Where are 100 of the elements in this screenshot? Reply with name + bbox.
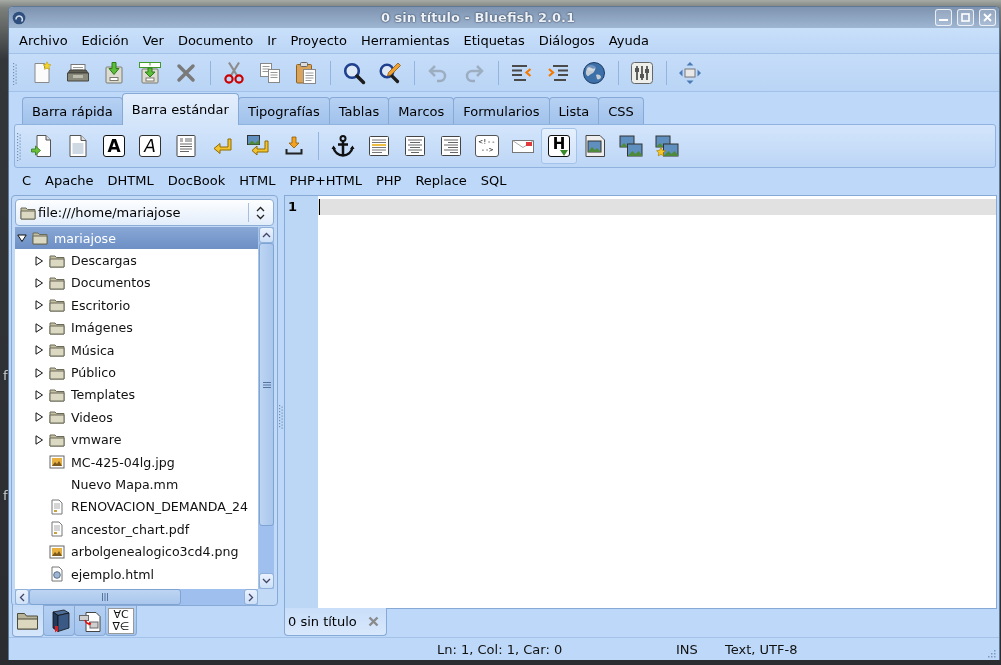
menu-item[interactable]: Ayuda xyxy=(601,33,656,48)
folder-icon xyxy=(32,230,48,247)
tree-item[interactable]: Música xyxy=(15,338,258,362)
menu-item[interactable]: Apache xyxy=(38,173,101,188)
menu-item[interactable]: C xyxy=(15,173,39,188)
menu-item[interactable]: PHP+HTML xyxy=(282,173,369,188)
vertical-scrollbar[interactable] xyxy=(258,227,274,589)
scroll-right-button[interactable] xyxy=(244,589,258,605)
paragraph-page-icon[interactable] xyxy=(174,134,198,158)
scrollbar-thumb[interactable] xyxy=(29,589,181,605)
sliders-icon[interactable] xyxy=(630,60,654,85)
scissors-icon[interactable] xyxy=(222,60,246,85)
grip-icon[interactable] xyxy=(13,60,17,85)
menu-item[interactable]: DocBook xyxy=(160,173,233,188)
toolbar-button[interactable]: H xyxy=(541,128,577,164)
scrollbar-thumb[interactable] xyxy=(259,243,274,526)
collapse-triangle-icon[interactable] xyxy=(17,233,27,244)
tree-item[interactable]: Videos xyxy=(15,406,258,429)
toolbar-tab[interactable]: Tipografías xyxy=(237,97,330,124)
swirl-icon[interactable] xyxy=(12,10,26,25)
toolbar-tab[interactable]: Marcos xyxy=(388,97,455,124)
scroll-up-button[interactable] xyxy=(259,227,274,243)
expand-arrows-icon[interactable] xyxy=(678,60,702,85)
menu-item[interactable]: Ir xyxy=(260,33,284,48)
menu-item[interactable]: Diálogos xyxy=(531,33,602,48)
expand-triangle-icon[interactable] xyxy=(34,300,44,311)
scroll-down-button[interactable] xyxy=(259,573,274,589)
tree-item[interactable]: Escritorio xyxy=(15,294,258,317)
menu-item[interactable]: HTML xyxy=(232,173,283,188)
box-arrow-icon[interactable] xyxy=(102,60,126,85)
tree-item[interactable]: Templates xyxy=(15,383,258,407)
labeled-box-arrow-icon[interactable] xyxy=(138,60,162,85)
grip-icon[interactable] xyxy=(279,403,283,429)
horizontal-scrollbar[interactable] xyxy=(15,589,258,605)
toolbar-tab[interactable]: Barra estándar xyxy=(121,93,239,125)
tree-item[interactable]: ejemplo.html xyxy=(15,562,258,586)
menu-item[interactable]: Archivo xyxy=(12,33,75,48)
tree-item[interactable]: Documentos xyxy=(15,271,258,295)
toolbar-tab[interactable]: Barra rápida xyxy=(22,97,123,124)
expand-triangle-icon[interactable] xyxy=(34,412,44,423)
caret-up-icon xyxy=(262,232,271,238)
menu-item[interactable]: Herramientas xyxy=(353,33,457,48)
menu-item[interactable]: PHP xyxy=(368,173,409,188)
close-icon[interactable] xyxy=(367,616,379,627)
align-left-icon[interactable] xyxy=(367,134,391,158)
picture-icon[interactable] xyxy=(583,134,607,158)
expand-triangle-icon[interactable] xyxy=(34,389,44,400)
bold-icon[interactable]: A xyxy=(103,135,125,157)
italic-icon[interactable]: A xyxy=(139,135,161,157)
menu-item[interactable]: Proyecto xyxy=(283,33,354,48)
toolbar-tab[interactable]: Lista xyxy=(548,97,600,124)
grip-icon[interactable] xyxy=(17,131,21,161)
window-title: 0 sin título - Bluefish 2.0.1 xyxy=(379,10,577,25)
heading-icon[interactable]: H xyxy=(548,135,570,157)
document-tab[interactable]: 0 sin título xyxy=(284,608,387,636)
expand-triangle-icon[interactable] xyxy=(34,277,44,288)
tree-item[interactable]: ancestor_chart.pdf xyxy=(15,518,258,541)
expand-triangle-icon[interactable] xyxy=(34,255,44,266)
tree-item[interactable]: vmware xyxy=(15,428,258,451)
file-tree[interactable]: mariajose Descargas Documentos Escritorio Imágenes Música Público Templates Videos vmware MC-425-04lg.jpg Nuevo Mapa.mm RENOVACION_DEMANDA_24 ancestor_chart.pdf arbolgenealogico3cd4.png ejemplo.html xyxy=(15,227,258,589)
toolbar-tab[interactable]: CSS xyxy=(598,97,644,124)
magnifier-pencil-icon[interactable] xyxy=(378,60,402,85)
page-arrow-icon[interactable] xyxy=(30,134,54,158)
align-center-icon[interactable] xyxy=(403,134,427,158)
resize-grip-icon[interactable] xyxy=(987,649,997,659)
toolbar-tab[interactable]: Tablas xyxy=(328,97,390,124)
align-right-icon[interactable] xyxy=(439,134,463,158)
globe-icon[interactable] xyxy=(582,60,606,85)
image-file-icon xyxy=(49,543,65,560)
tree-item[interactable]: arbolgenealogico3cd4.png xyxy=(15,540,258,563)
menu-item[interactable]: Replace xyxy=(408,173,474,188)
cursor-position-text: Ln: 1, Col: 1, Car: 0 xyxy=(437,641,564,657)
scroll-left-button[interactable] xyxy=(15,589,29,605)
expand-triangle-icon[interactable] xyxy=(34,345,44,356)
menu-item[interactable]: Etiquetas xyxy=(456,33,532,48)
tree-item[interactable]: RENOVACION_DEMANDA_24 xyxy=(15,495,258,519)
copy-icon[interactable] xyxy=(258,60,282,85)
anchor-icon[interactable] xyxy=(331,134,355,158)
search-icon[interactable] xyxy=(342,60,366,85)
tree-item[interactable]: Público xyxy=(15,361,258,384)
tree-item[interactable]: MC-425-04lg.jpg xyxy=(15,450,258,474)
pictures-icon[interactable] xyxy=(619,134,643,158)
menu-item[interactable]: Ver xyxy=(135,33,171,48)
tree-item[interactable]: Descargas xyxy=(15,249,258,272)
expand-triangle-icon[interactable] xyxy=(34,322,44,333)
menu-item[interactable]: Edición xyxy=(74,33,136,48)
toolbar-tab[interactable]: Formularios xyxy=(453,97,550,124)
menu-item[interactable]: DHTML xyxy=(100,173,161,188)
caret-right-icon xyxy=(248,592,254,602)
location-combo[interactable]: file:///home/mariajose xyxy=(15,199,274,226)
blank-page-icon[interactable] xyxy=(66,134,90,158)
expand-triangle-icon[interactable] xyxy=(34,434,44,445)
picture-return-arrow-icon[interactable] xyxy=(246,134,270,158)
clipboard-icon[interactable] xyxy=(294,60,318,85)
expand-triangle-icon[interactable] xyxy=(34,367,44,378)
menu-item[interactable]: SQL xyxy=(473,173,514,188)
menu-item[interactable]: Documento xyxy=(170,33,261,48)
tree-item[interactable]: Nuevo Mapa.mm xyxy=(15,473,258,496)
pictures-star-icon[interactable] xyxy=(655,134,679,158)
tree-item[interactable]: Imágenes xyxy=(15,316,258,339)
